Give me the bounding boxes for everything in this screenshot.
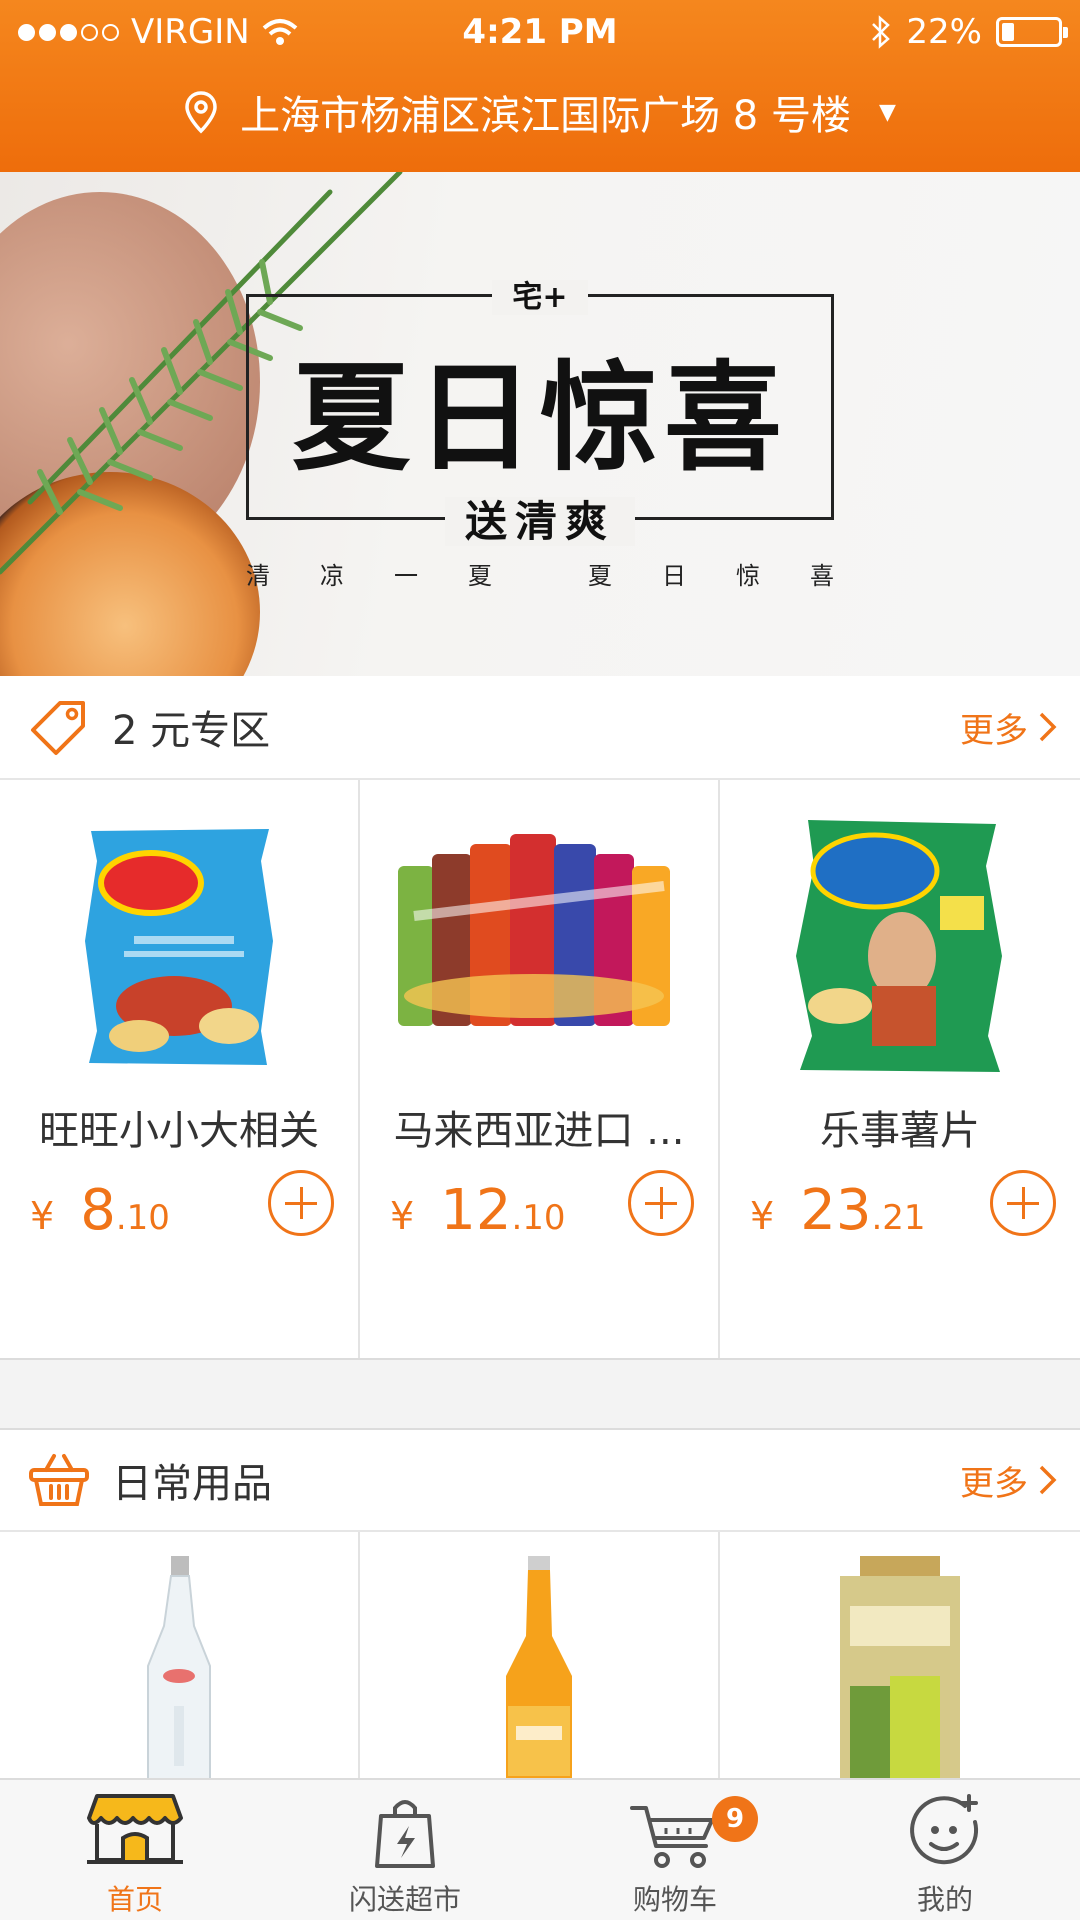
add-to-cart-button[interactable] [990, 1170, 1056, 1236]
product-image-soda [360, 1556, 718, 1786]
section-title: 2 元专区 [112, 708, 271, 754]
store-icon [87, 1780, 183, 1870]
status-bar: VIRGIN 4:21 PM 22% [0, 0, 1080, 62]
tagline-char: 夏 [468, 562, 492, 590]
tagline-char: 日 [662, 562, 686, 590]
more-link[interactable]: 更多 [960, 703, 1058, 752]
location-selector[interactable]: 上海市杨浦区滨江国际广场 8 号楼 ▼ [0, 82, 1080, 142]
dropdown-caret-icon: ▼ [878, 99, 896, 125]
product-price: ¥ 23 .21 [750, 1178, 926, 1243]
section-header-daily: 日常用品 更多 [0, 1428, 1080, 1532]
tab-flash-market[interactable]: 闪送超市 [270, 1780, 540, 1920]
banner-tagline: 清 凉 一 夏 夏 日 惊 喜 [246, 556, 834, 591]
app-header: VIRGIN 4:21 PM 22% 上海市杨浦区滨江国际广场 8 号楼 ▼ [0, 0, 1080, 172]
product-image-limon [720, 1556, 1080, 1786]
location-pin-icon [185, 91, 217, 134]
product-grid-daily [0, 1532, 1080, 1786]
product-price: ¥ 12 .10 [390, 1178, 566, 1243]
tag-icon [28, 696, 90, 758]
chevron-right-icon [1039, 1465, 1057, 1495]
product-image-evian [0, 1556, 358, 1786]
product-image-lays [0, 816, 358, 1076]
promo-banner[interactable]: 宅+ 夏日惊喜 送清爽 清 凉 一 夏 夏 日 惊 喜 [0, 172, 1080, 676]
tab-label: 闪送超市 [348, 1883, 461, 1916]
product-price: ¥ 8 .10 [30, 1178, 170, 1243]
section-header-2yuan: 2 元专区 更多 [0, 676, 1080, 780]
tab-cart[interactable]: 购物车 9 [540, 1780, 810, 1920]
tab-label: 我的 [916, 1883, 973, 1916]
add-to-cart-button[interactable] [628, 1170, 694, 1236]
tab-profile[interactable]: 我的 [810, 1780, 1080, 1920]
tagline-char: 喜 [810, 562, 834, 590]
basket-icon [28, 1449, 90, 1511]
banner-brand: 宅+ [492, 280, 588, 315]
product-card[interactable]: 乐事薯片 ¥ 23 .21 [720, 780, 1080, 1358]
tagline-char: 清 [246, 562, 270, 590]
product-name: 旺旺小小大相关 [39, 1108, 319, 1154]
more-link[interactable]: 更多 [960, 1456, 1058, 1505]
banner-subtitle: 送清爽 [444, 497, 635, 546]
delivery-address: 上海市杨浦区滨江国际广场 8 号楼 [240, 93, 851, 139]
battery-percent: 22% [906, 12, 982, 52]
tagline-char: 一 [394, 562, 418, 590]
battery-icon [996, 17, 1068, 47]
chevron-right-icon [1039, 712, 1057, 742]
banner-title: 夏日惊喜 [291, 349, 788, 487]
tab-home[interactable]: 首页 [0, 1780, 270, 1920]
flash-bag-icon [373, 1780, 437, 1870]
product-card[interactable] [720, 1532, 1080, 1786]
product-image-copico [720, 816, 1080, 1076]
tab-label: 购物车 [632, 1883, 717, 1916]
tab-label: 首页 [106, 1883, 163, 1916]
product-card[interactable] [360, 1532, 720, 1786]
section-title: 日常用品 [112, 1461, 272, 1507]
bottom-tab-bar: 首页 闪送超市 购物车 9 我的 [0, 1778, 1080, 1920]
product-grid-2yuan: 旺旺小小大相关 ¥ 8 .10 马来西亚进口 ... ¥ 12 .10 乐事薯片… [0, 780, 1080, 1360]
product-name: 马来西亚进口 ... [393, 1108, 685, 1154]
tagline-char: 惊 [736, 562, 760, 590]
add-to-cart-button[interactable] [268, 1170, 334, 1236]
cart-count-badge: 9 [712, 1796, 758, 1842]
tagline-char: 夏 [588, 562, 612, 590]
product-card[interactable]: 旺旺小小大相关 ¥ 8 .10 [0, 780, 360, 1358]
bluetooth-icon [872, 15, 891, 49]
product-image-jacker [360, 816, 718, 1076]
tagline-char: 凉 [320, 562, 344, 590]
profile-smile-icon [907, 1780, 983, 1870]
product-name: 乐事薯片 [820, 1108, 980, 1154]
product-card[interactable] [0, 1532, 360, 1786]
product-card[interactable]: 马来西亚进口 ... ¥ 12 .10 [360, 780, 720, 1358]
cart-icon [630, 1780, 720, 1870]
